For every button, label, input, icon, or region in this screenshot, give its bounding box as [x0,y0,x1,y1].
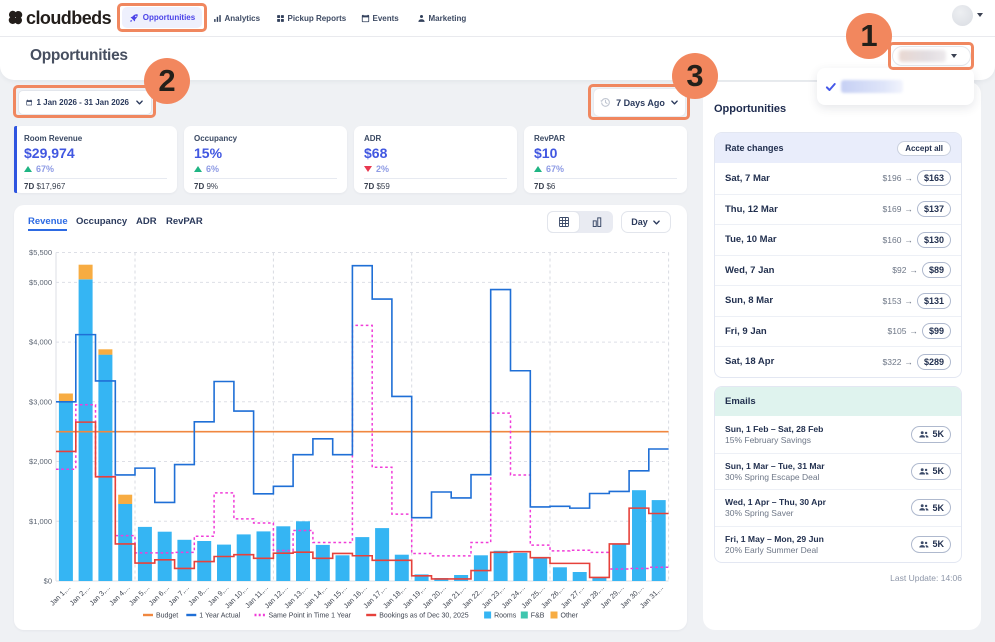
svg-text:$5,000: $5,000 [29,278,52,287]
svg-text:1 Year Actual: 1 Year Actual [199,613,240,620]
svg-text:Other: Other [561,613,579,620]
svg-text:Budget: Budget [156,613,178,620]
svg-text:Jan 1,...: Jan 1,... [48,583,72,607]
svg-text:Jan 3,...: Jan 3,... [87,583,111,607]
svg-text:$1,000: $1,000 [29,517,52,526]
svg-text:Rooms: Rooms [494,613,517,620]
svg-text:$5,500: $5,500 [29,248,52,257]
svg-text:Bookings as of Dec 30, 2025: Bookings as of Dec 30, 2025 [379,613,469,620]
svg-text:Jan 2,...: Jan 2,... [68,583,92,607]
svg-text:$4,000: $4,000 [29,338,52,347]
svg-text:F&B: F&B [531,613,545,620]
svg-text:Same Point in Time 1 Year: Same Point in Time 1 Year [269,613,352,620]
svg-text:Jan 5,...: Jan 5,... [127,583,151,607]
svg-text:Jan 4,...: Jan 4,... [107,583,131,607]
svg-text:$2,000: $2,000 [29,457,52,466]
svg-text:$3,000: $3,000 [29,397,52,406]
svg-text:Jan 6,...: Jan 6,... [147,583,171,607]
svg-text:$0: $0 [44,577,52,586]
svg-text:Jan 8,...: Jan 8,... [186,583,210,607]
svg-text:Jan 7,...: Jan 7,... [166,583,190,607]
